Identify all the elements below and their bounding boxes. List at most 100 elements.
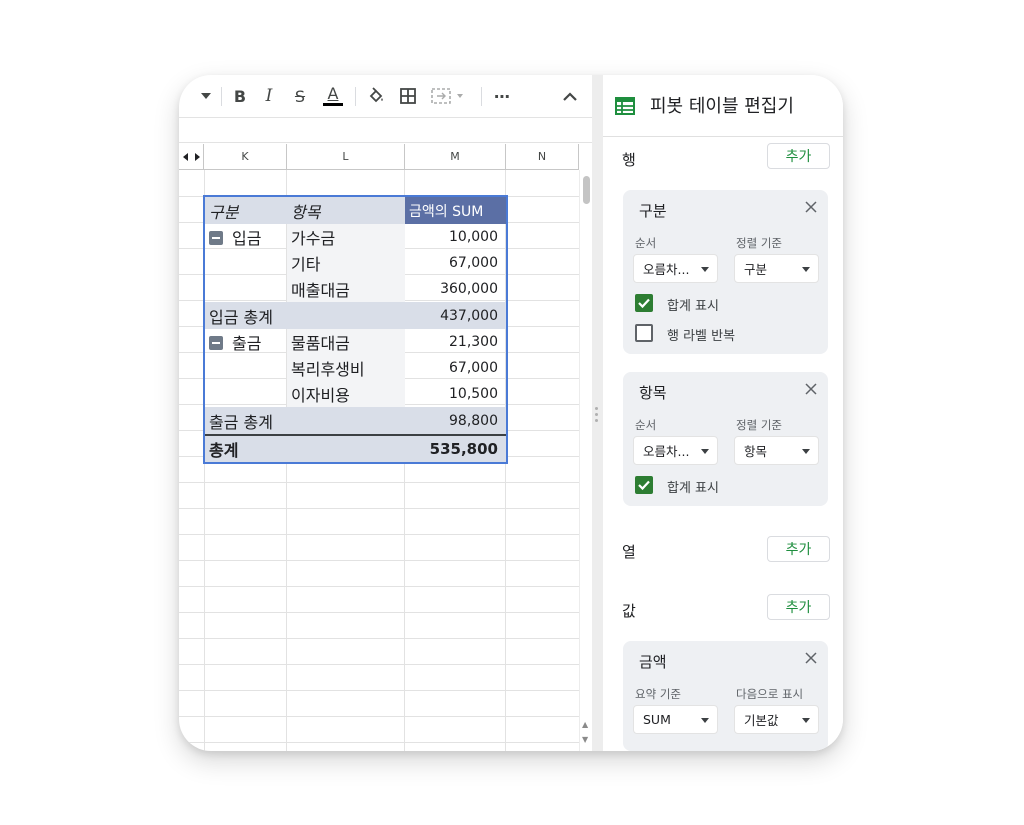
field-name: 금액 — [639, 653, 667, 671]
borders-button[interactable] — [397, 84, 419, 108]
column-scroll-arrows[interactable] — [179, 144, 204, 170]
column-header-n[interactable]: N — [506, 144, 579, 170]
strikethrough-icon: S — [294, 86, 306, 106]
subtotal-label[interactable]: 입금 총계 — [205, 302, 287, 329]
scroll-up-arrow[interactable]: ▲ — [582, 720, 588, 729]
group-cell[interactable] — [205, 276, 287, 302]
show-totals-checkbox[interactable] — [635, 294, 653, 312]
table-row: 매출대금 360,000 — [205, 276, 506, 302]
merge-cells-button[interactable] — [429, 84, 469, 108]
chevron-down-icon — [802, 449, 810, 454]
summarize-by-select[interactable]: SUM — [633, 705, 718, 734]
group-cell[interactable] — [205, 355, 287, 381]
value-cell[interactable]: 10,500 — [405, 381, 506, 407]
fill-color-icon — [369, 87, 383, 103]
scroll-down-arrow[interactable]: ▼ — [582, 735, 588, 744]
add-value-button[interactable]: 추가 — [767, 594, 830, 620]
subtotal-empty-cell[interactable] — [287, 302, 405, 329]
grand-total-row: 총계 535,800 — [205, 434, 506, 462]
pivot-table[interactable]: 구분 항목 금액의 SUM 입금 가수금 10,000 기타 67,000 매출… — [203, 195, 508, 464]
bold-button[interactable]: B — [230, 84, 250, 108]
header-item[interactable]: 항목 — [287, 197, 405, 224]
sort-by-label: 정렬 기준 — [736, 418, 782, 432]
show-totals-label: 합계 표시 — [667, 299, 719, 314]
grand-total-empty-cell[interactable] — [287, 436, 405, 462]
table-row: 복리후생비 67,000 — [205, 355, 506, 381]
subtotal-empty-cell[interactable] — [287, 407, 405, 434]
value-cell[interactable]: 67,000 — [405, 355, 506, 381]
close-icon[interactable] — [804, 651, 818, 665]
value-cell[interactable]: 360,000 — [405, 276, 506, 302]
rows-section-label: 행 — [622, 151, 636, 169]
fill-color-button[interactable] — [365, 84, 387, 108]
group-cell[interactable] — [205, 381, 287, 407]
group-cell[interactable] — [205, 250, 287, 276]
collapse-toolbar-button[interactable] — [561, 84, 579, 108]
grand-total-label[interactable]: 총계 — [205, 436, 287, 462]
group-label: 입금 — [232, 229, 262, 248]
item-cell[interactable]: 물품대금 — [287, 329, 405, 355]
toolbar-divider — [355, 87, 356, 106]
show-as-select[interactable]: 기본값 — [734, 705, 819, 734]
sheets-table-icon — [615, 97, 635, 115]
item-cell[interactable]: 기타 — [287, 250, 405, 276]
chevron-down-icon — [802, 718, 810, 723]
caret-down-icon[interactable] — [199, 84, 213, 108]
column-header-m[interactable]: M — [405, 144, 506, 170]
order-value: 오름차... — [643, 444, 690, 459]
subtotal-value[interactable]: 98,800 — [405, 407, 506, 434]
group-cell[interactable]: 출금 — [205, 329, 287, 355]
chevron-down-icon — [802, 267, 810, 272]
add-column-button[interactable]: 추가 — [767, 536, 830, 562]
item-cell[interactable]: 복리후생비 — [287, 355, 405, 381]
sort-value: 항목 — [744, 444, 768, 459]
italic-icon: I — [265, 86, 273, 106]
order-select[interactable]: 오름차... — [633, 436, 718, 465]
spreadsheet-area: B I S A ⋯ K L M N 구분 항목 금액의 SUM 입금 가수금 1… — [179, 75, 592, 751]
item-cell[interactable]: 가수금 — [287, 224, 405, 250]
close-icon[interactable] — [804, 200, 818, 214]
order-select[interactable]: 오름차... — [633, 254, 718, 283]
table-row: 기타 67,000 — [205, 250, 506, 276]
collapse-group-icon[interactable] — [209, 231, 223, 245]
chevron-down-icon — [701, 718, 709, 723]
bold-icon: B — [233, 86, 247, 106]
value-cell[interactable]: 67,000 — [405, 250, 506, 276]
show-as-value: 기본값 — [744, 713, 779, 728]
collapse-group-icon[interactable] — [209, 336, 223, 350]
item-cell[interactable]: 이자비용 — [287, 381, 405, 407]
row-field-card: 구분 순서 정렬 기준 오름차... 구분 합계 표시 행 라벨 반복 — [623, 190, 828, 354]
sort-by-select[interactable]: 구분 — [734, 254, 819, 283]
chevron-down-icon — [701, 267, 709, 272]
add-row-button[interactable]: 추가 — [767, 143, 830, 169]
subtotal-label[interactable]: 출금 총계 — [205, 407, 287, 434]
grand-total-value[interactable]: 535,800 — [405, 436, 506, 462]
value-cell[interactable]: 10,000 — [405, 224, 506, 250]
show-totals-checkbox[interactable] — [635, 476, 653, 494]
editor-header: 피봇 테이블 편집기 — [603, 75, 843, 137]
panel-resize-handle[interactable] — [592, 75, 603, 751]
repeat-labels-checkbox[interactable] — [635, 324, 653, 342]
text-color-button[interactable]: A — [322, 84, 344, 108]
merge-cells-icon — [431, 88, 463, 104]
toolbar-divider — [481, 87, 482, 106]
value-cell[interactable]: 21,300 — [405, 329, 506, 355]
toolbar-divider — [221, 87, 222, 106]
header-group[interactable]: 구분 — [205, 197, 287, 224]
sort-by-select[interactable]: 항목 — [734, 436, 819, 465]
subtotal-value[interactable]: 437,000 — [405, 302, 506, 329]
column-header-l[interactable]: L — [287, 144, 405, 170]
italic-button[interactable]: I — [259, 84, 279, 108]
column-header-k[interactable]: K — [204, 144, 287, 170]
item-cell[interactable]: 매출대금 — [287, 276, 405, 302]
values-section-label: 값 — [622, 602, 636, 620]
group-cell[interactable]: 입금 — [205, 224, 287, 250]
formula-bar[interactable] — [179, 117, 592, 143]
close-icon[interactable] — [804, 382, 818, 396]
strikethrough-button[interactable]: S — [290, 84, 310, 108]
group-label: 출금 — [232, 334, 262, 353]
scrollbar-thumb[interactable] — [583, 176, 590, 204]
vertical-scrollbar[interactable]: ▲ ▼ — [579, 170, 592, 751]
header-value[interactable]: 금액의 SUM — [405, 197, 506, 224]
more-button[interactable]: ⋯ — [491, 84, 513, 108]
